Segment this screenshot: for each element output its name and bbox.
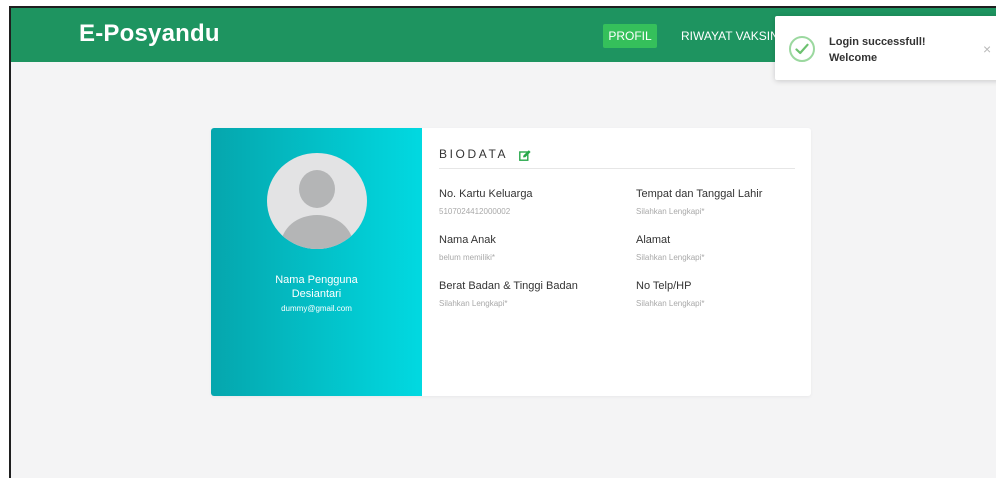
biodata-header: BIODATA: [439, 147, 795, 169]
check-circle-icon: [789, 36, 815, 62]
profile-card: Nama Pengguna Desiantari dummy@gmail.com…: [211, 128, 811, 396]
field-bb-tb-label: Berat Badan & Tinggi Badan: [439, 280, 578, 292]
profile-sidebar: Nama Pengguna Desiantari dummy@gmail.com: [211, 128, 422, 396]
close-icon[interactable]: ×: [983, 41, 991, 57]
field-no-kk-label: No. Kartu Keluarga: [439, 188, 533, 200]
user-label: Nama Pengguna: [275, 274, 358, 286]
field-nama-anak-label: Nama Anak: [439, 234, 496, 246]
field-no-kk-value: 5107024412000002: [439, 207, 511, 216]
page-frame: E-Posyandu PROFIL RIWAYAT VAKSIN ... Nam…: [9, 6, 996, 478]
edit-icon[interactable]: [519, 148, 531, 166]
user-avatar-icon: [267, 153, 367, 249]
user-email: dummy@gmail.com: [281, 304, 352, 313]
field-nama-anak-value: belum memiliki*: [439, 253, 496, 262]
biodata-title: BIODATA: [439, 147, 509, 161]
field-alamat-value: Silahkan Lengkapi*: [636, 253, 705, 262]
nav-item-profil[interactable]: PROFIL: [603, 24, 657, 48]
login-toast: Login successfull! Welcome ×: [775, 16, 996, 80]
brand-logo[interactable]: E-Posyandu: [79, 20, 220, 48]
field-telp-value: Silahkan Lengkapi*: [636, 299, 705, 308]
field-ttl-value: Silahkan Lengkapi*: [636, 207, 705, 216]
user-name: Desiantari: [291, 288, 342, 300]
field-bb-tb-value: Silahkan Lengkapi*: [439, 299, 508, 308]
field-ttl-label: Tempat dan Tanggal Lahir: [636, 188, 763, 200]
field-alamat-label: Alamat: [636, 234, 671, 246]
field-telp-label: No Telp/HP: [636, 280, 692, 292]
toast-message: Welcome: [829, 52, 878, 64]
toast-title: Login successfull!: [829, 36, 926, 48]
